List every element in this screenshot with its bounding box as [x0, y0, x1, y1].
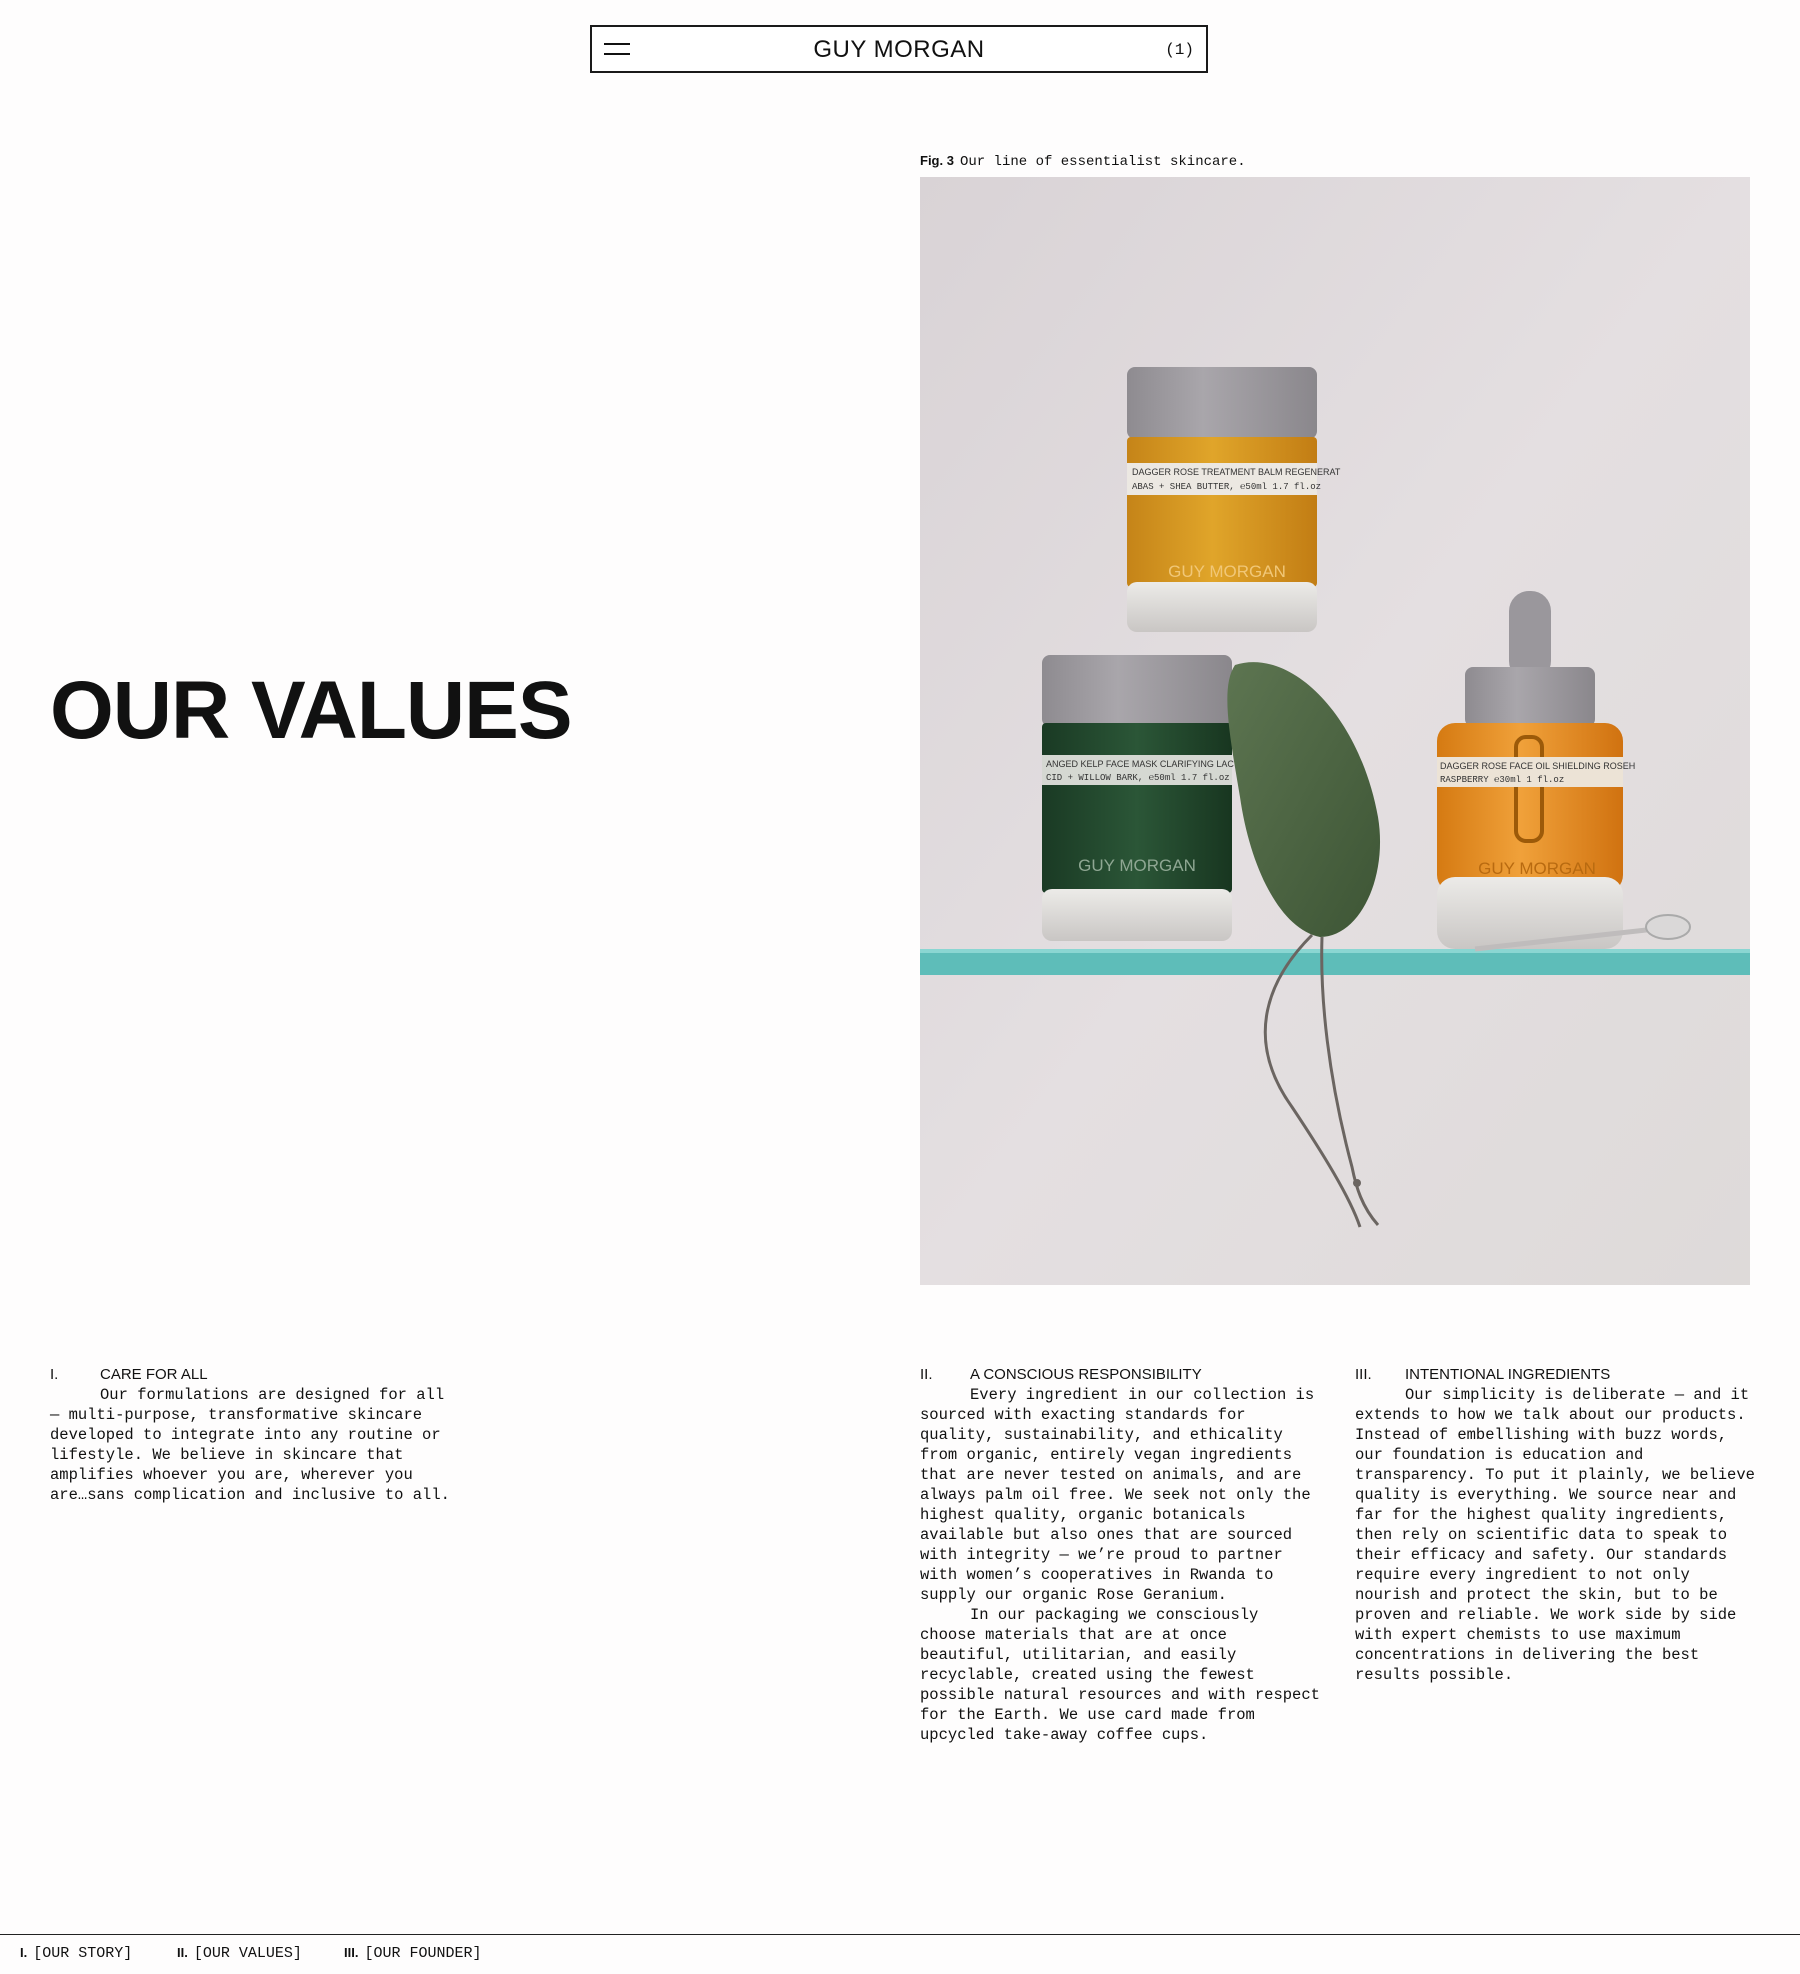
section-heading: I. CARE FOR ALL [50, 1365, 450, 1385]
figure-caption: Fig. 3 Our line of essentialist skincare. [920, 152, 1246, 170]
nav-our-founder[interactable]: III. [OUR FOUNDER] [344, 1935, 481, 1972]
section-paragraph: Our simplicity is deliberate — and it ex… [1355, 1386, 1755, 1684]
section-number: III. [1355, 1366, 1372, 1383]
oil-label-line2: RASPBERRY ℮30ml 1 fl.oz [1440, 775, 1564, 785]
section-paragraph: Our formulations are designed for all — … [50, 1386, 450, 1504]
nav-number: III. [344, 1945, 359, 1960]
balm-label-line2: ABAS + SHEA BUTTER, ℮50ml 1.7 fl.oz [1132, 482, 1321, 492]
nav-number: I. [20, 1945, 28, 1960]
bottom-nav: I. [OUR STORY] II. [OUR VALUES] III. [OUR F… [0, 1934, 1800, 1974]
nav-label: [OUR VALUES] [193, 1945, 302, 1962]
nav-label: [OUR STORY] [33, 1945, 133, 1962]
section-conscious-responsibility: II. A CONSCIOUS RESPONSIBILITY Every ing… [920, 1365, 1320, 1745]
treatment-balm-jar: DAGGER ROSE TREATMENT BALM REGENERAT ABA… [1127, 367, 1341, 632]
section-heading: III. INTENTIONAL INGREDIENTS [1355, 1365, 1755, 1385]
face-mask-jar: ANGED KELP FACE MASK CLARIFYING LACT CID… [1042, 655, 1240, 941]
section-paragraph: Every ingredient in our collection is so… [920, 1386, 1315, 1604]
mask-label-line1: ANGED KELP FACE MASK CLARIFYING LACT [1046, 759, 1240, 769]
figure-caption-text: Our line of essentialist skincare. [959, 154, 1246, 170]
mask-brand-text: GUY MORGAN [1078, 856, 1196, 875]
section-intentional-ingredients: III. INTENTIONAL INGREDIENTS Our simplic… [1355, 1365, 1755, 1685]
section-number: II. [920, 1366, 933, 1383]
section-title: CARE FOR ALL [100, 1366, 208, 1383]
nav-our-values[interactable]: II. [OUR VALUES] [177, 1935, 302, 1972]
section-care-for-all: I. CARE FOR ALL Our formulations are des… [50, 1365, 450, 1505]
section-heading: II. A CONSCIOUS RESPONSIBILITY [920, 1365, 1320, 1385]
nav-label: [OUR FOUNDER] [364, 1945, 482, 1962]
figure-label: Fig. 3 [920, 153, 954, 168]
oil-label-line1: DAGGER ROSE FACE OIL SHIELDING ROSEH [1440, 761, 1635, 771]
section-paragraph: In our packaging we consciously choose m… [920, 1606, 1320, 1744]
nav-number: II. [177, 1945, 188, 1960]
oil-brand-text: GUY MORGAN [1478, 859, 1596, 878]
section-title: A CONSCIOUS RESPONSIBILITY [970, 1366, 1202, 1383]
section-title: INTENTIONAL INGREDIENTS [1405, 1366, 1611, 1383]
balm-label-line1: DAGGER ROSE TREATMENT BALM REGENERAT [1132, 467, 1341, 477]
section-number: I. [50, 1366, 59, 1383]
section-body: Our formulations are designed for all — … [50, 1385, 450, 1505]
nav-our-story[interactable]: I. [OUR STORY] [20, 1935, 132, 1972]
cart-count-button[interactable]: (1) [1165, 27, 1194, 73]
product-photo: DAGGER ROSE TREATMENT BALM REGENERAT ABA… [920, 177, 1750, 1285]
balm-brand-text: GUY MORGAN [1168, 562, 1286, 581]
mask-label-line2: CID + WILLOW BARK, ℮50ml 1.7 fl.oz [1046, 773, 1230, 783]
brand-logo[interactable]: GUY MORGAN [592, 27, 1206, 73]
page-title: OUR VALUES [50, 665, 573, 756]
section-body: Our simplicity is deliberate — and it ex… [1355, 1385, 1755, 1685]
section-body: Every ingredient in our collection is so… [920, 1385, 1320, 1745]
header-bar: GUY MORGAN (1) [590, 25, 1208, 73]
